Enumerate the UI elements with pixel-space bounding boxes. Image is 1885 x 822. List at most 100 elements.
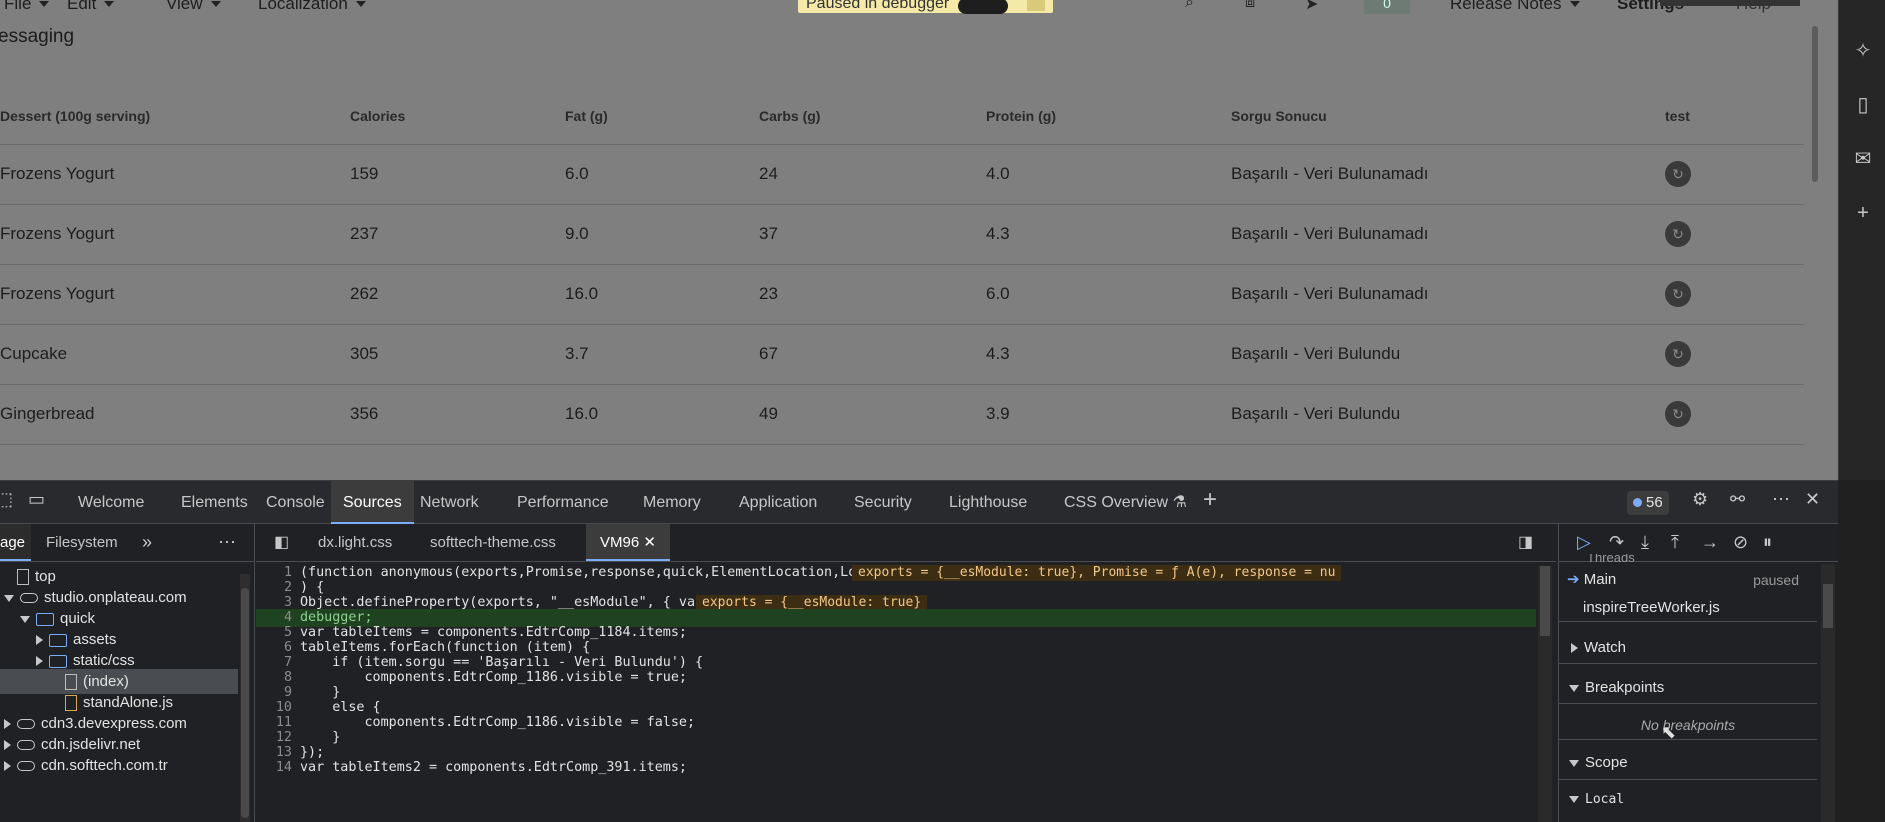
table-row[interactable]: Frozens Yogurt 237 9.0 37 4.3 Başarılı - Veri…: [0, 204, 1804, 265]
table-cell: Frozens Yogurt: [0, 144, 350, 205]
table-row[interactable]: Frozens Yogurt 262 16.0 23 6.0 Başarılı - Ver…: [0, 264, 1804, 325]
column-header[interactable]: Carbs (g): [759, 88, 986, 145]
chevron-down-icon: [355, 1, 366, 7]
tab-security[interactable]: Security: [854, 481, 912, 524]
editor-scroll-thumb[interactable]: [1540, 566, 1550, 636]
code-lines[interactable]: 1 (function anonymous(exports,Promise,res…: [256, 562, 1536, 822]
column-header[interactable]: Fat (g): [565, 88, 759, 145]
close-icon[interactable]: ✕: [1805, 489, 1820, 510]
tab-memory[interactable]: Memory: [643, 481, 701, 524]
line-number[interactable]: 14: [256, 759, 300, 777]
refresh-icon[interactable]: ↻: [1665, 341, 1691, 367]
table-row[interactable]: Cupcake 305 3.7 67 4.3 Başarılı - Veri Bulund…: [0, 324, 1804, 385]
tab-application[interactable]: Application: [739, 481, 817, 524]
refresh-icon[interactable]: ↻: [1665, 221, 1691, 247]
menu-release-notes[interactable]: Release Notes: [1450, 0, 1580, 14]
scope-section[interactable]: Scope: [1559, 746, 1817, 780]
tree-item[interactable]: cdn.softtech.com.tr: [0, 753, 238, 778]
menu-view-label: View: [166, 0, 203, 13]
table-cell: ↻: [1665, 384, 1804, 445]
table-row[interactable]: Gingerbread 356 16.0 49 3.9 Başarılı - Veri B…: [0, 384, 1804, 445]
menu-edit[interactable]: Edit: [67, 0, 115, 14]
gear-icon[interactable]: ⚙: [1692, 489, 1708, 510]
editor-tab-dx-light[interactable]: dx.light.css: [318, 524, 392, 561]
thread-worker[interactable]: inspireTreeWorker.js: [1559, 594, 1817, 622]
scope-local[interactable]: Local: [1559, 786, 1817, 814]
no-breakpoints-message: No breakpoints: [1559, 710, 1817, 740]
close-tab-icon[interactable]: ✕: [643, 534, 656, 551]
navigator-scroll-thumb[interactable]: [241, 588, 249, 818]
device-toggle-icon[interactable]: ▭: [28, 489, 45, 510]
more-tabs-plus-icon[interactable]: +: [1203, 486, 1217, 514]
scan-icon[interactable]: ⧈: [1245, 0, 1255, 12]
breakpoints-section[interactable]: Breakpoints: [1559, 672, 1817, 704]
more-tabs-icon[interactable]: »: [142, 524, 152, 561]
tab-lighthouse[interactable]: Lighthouse: [949, 481, 1027, 524]
editor-scrollbar[interactable]: [1538, 566, 1552, 822]
page-scrollbar[interactable]: [1812, 26, 1818, 182]
debugger-scroll-thumb[interactable]: [1823, 584, 1833, 628]
toggle-debugger-icon[interactable]: ◨: [1518, 524, 1533, 561]
outlook-icon[interactable]: ✉: [1852, 148, 1874, 170]
inspect-icon[interactable]: ⬚: [0, 489, 13, 510]
more-options-icon[interactable]: ⋯: [218, 524, 236, 561]
code-line[interactable]: 14 var tableItems2 = components.EdtrComp_…: [256, 759, 1536, 777]
customize-icon[interactable]: ⚯: [1730, 489, 1745, 510]
expand-icon[interactable]: [36, 635, 43, 646]
column-header[interactable]: Calories: [350, 88, 565, 145]
refresh-icon[interactable]: ↻: [1665, 161, 1691, 187]
threads-section-header[interactable]: Threads: [1559, 554, 1817, 562]
column-header[interactable]: test: [1665, 88, 1804, 145]
notebook-icon[interactable]: ▯: [1852, 94, 1874, 116]
menu-view[interactable]: View: [166, 0, 221, 14]
collapse-icon[interactable]: [20, 615, 30, 623]
sparkle-icon[interactable]: ✧: [1852, 40, 1874, 62]
step-out-icon[interactable]: ⤒: [1671, 532, 1679, 553]
thread-main[interactable]: ➔ Main paused: [1559, 566, 1817, 594]
editor-tab-softtech-theme[interactable]: softtech-theme.css: [430, 524, 556, 561]
tab-sources[interactable]: Sources: [331, 481, 414, 524]
expand-icon[interactable]: [36, 656, 43, 667]
add-icon[interactable]: +: [1852, 202, 1874, 224]
tab-page[interactable]: age: [0, 524, 32, 561]
more-options-icon[interactable]: ⋯: [1772, 489, 1790, 510]
pause-on-exceptions-icon[interactable]: ⏸: [1763, 532, 1772, 553]
column-header[interactable]: Dessert (100g serving): [0, 88, 350, 145]
expand-icon[interactable]: [4, 761, 11, 772]
debugger-scrollbar[interactable]: [1821, 564, 1835, 822]
toggle-navigator-icon[interactable]: ◧: [274, 524, 289, 561]
step-over-icon[interactable]: ↷: [1609, 532, 1624, 553]
issues-counter[interactable]: 56: [1627, 491, 1669, 515]
watch-section[interactable]: Watch: [1559, 632, 1817, 664]
menu-file[interactable]: File: [4, 0, 50, 14]
pointer-icon[interactable]: ➤: [1305, 0, 1318, 14]
tab-filesystem[interactable]: Filesystem: [46, 524, 118, 561]
step-icon[interactable]: →: [1701, 532, 1719, 553]
menu-localization[interactable]: Localization: [258, 0, 366, 14]
column-header[interactable]: Sorgu Sonucu: [1231, 88, 1665, 145]
expand-icon[interactable]: [4, 719, 11, 730]
deactivate-breakpoints-icon[interactable]: ⊘: [1733, 532, 1748, 553]
tab-css-overview[interactable]: CSS Overview ⚗: [1064, 481, 1187, 524]
navigator-scrollbar[interactable]: [240, 574, 250, 822]
code-text: });: [300, 745, 325, 760]
tab-network[interactable]: Network: [420, 481, 479, 524]
column-header[interactable]: Protein (g): [986, 88, 1231, 145]
step-into-icon[interactable]: ⤓: [1641, 532, 1649, 553]
collapse-icon[interactable]: [4, 594, 14, 602]
refresh-icon[interactable]: ↻: [1665, 401, 1691, 427]
tab-performance[interactable]: Performance: [517, 481, 609, 524]
tab-elements[interactable]: Elements: [181, 481, 248, 524]
search-icon[interactable]: ⌕: [1185, 0, 1194, 12]
refresh-icon[interactable]: ↻: [1665, 281, 1691, 307]
editor-tab-vm96[interactable]: VM96 ✕: [586, 524, 670, 561]
count-badge[interactable]: 0: [1364, 0, 1410, 14]
expand-icon[interactable]: [4, 740, 11, 751]
step-over-icon[interactable]: [1027, 0, 1046, 11]
tab-console[interactable]: Console: [266, 481, 325, 524]
table-row[interactable]: Frozens Yogurt 159 6.0 24 4.0 Başarılı - Veri…: [0, 144, 1804, 205]
tab-welcome[interactable]: Welcome: [78, 481, 144, 524]
toggle-switch[interactable]: [958, 0, 1008, 14]
menu-help[interactable]: Help: [1736, 0, 1771, 14]
resume-icon[interactable]: ▷: [1577, 532, 1591, 553]
